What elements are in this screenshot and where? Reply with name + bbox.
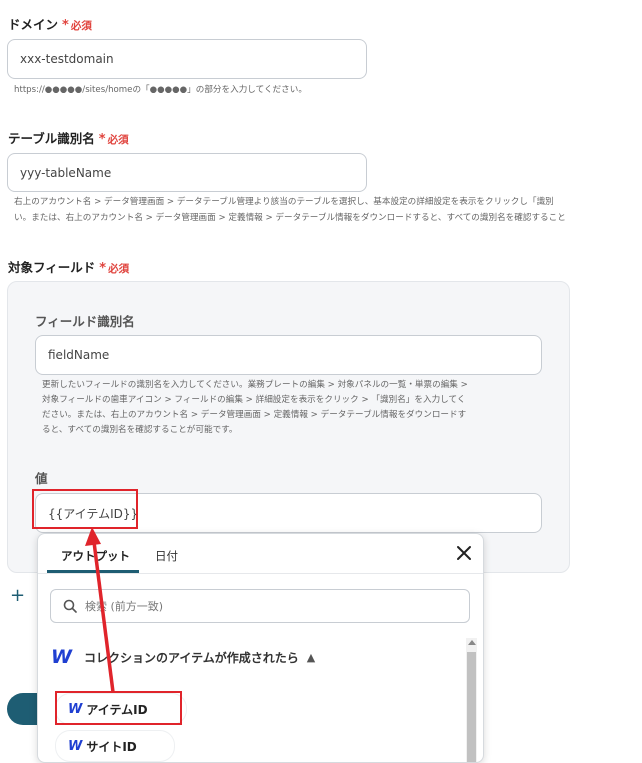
group-header[interactable]: W コレクションのアイテムが作成されたら ▲ [38, 637, 463, 677]
table-help-line-1: 右上のアカウント名 > データ管理画面 > データテーブル管理より該当のテーブル… [14, 197, 554, 207]
field-help-line-2: 対象フィールドの歯車アイコン > フィールドの編集 > 詳細設定を表示をクリック… [42, 395, 466, 405]
domain-help: https://●●●●●/sites/homeの「●●●●●」の部分を入力して… [14, 85, 307, 95]
tab-output[interactable]: アウトプット [61, 548, 130, 564]
highlight-item-box [55, 691, 182, 725]
target-fields-label: 対象フィールド * 必須 [8, 260, 130, 276]
required-marker: * 必須 [62, 18, 92, 33]
field-help-line-4: ると、すべての識別名を確認することが可能です。 [42, 425, 238, 435]
highlight-value-box [32, 489, 138, 529]
webflow-logo-icon: W [68, 738, 82, 754]
search-input[interactable]: 検索 (前方一致) [50, 589, 470, 623]
webflow-logo-icon: W [51, 646, 72, 668]
table-help-line-2: い。または、右上のアカウント名 > データ管理画面 > 定義情報 > データテー… [14, 213, 566, 223]
plus-icon[interactable]: + [10, 585, 25, 606]
list-item-label: サイトID [86, 739, 137, 754]
table-label: テーブル識別名 * 必須 [8, 131, 129, 147]
chevron-up-icon: ▲ [306, 650, 316, 664]
tab-date[interactable]: 日付 [155, 548, 178, 564]
required-marker: * 必須 [99, 261, 130, 276]
tab-divider [38, 573, 483, 574]
scroll-up-arrow-icon[interactable] [468, 640, 476, 645]
scrollbar-thumb[interactable] [467, 652, 476, 762]
list-item-site-id[interactable]: W サイトID [56, 731, 174, 761]
close-icon[interactable] [453, 542, 475, 564]
search-icon [63, 599, 77, 613]
domain-input[interactable]: xxx-testdomain [7, 39, 367, 79]
field-help-line-1: 更新したいフィールドの識別名を入力してください。業務プレートの編集 > 対象パネ… [42, 380, 468, 390]
domain-label: ドメイン * 必須 [8, 17, 92, 33]
field-name-input[interactable]: fieldName [35, 335, 542, 375]
required-marker: * 必須 [98, 132, 129, 147]
search-placeholder: 検索 (前方一致) [85, 600, 164, 613]
table-name-input[interactable]: yyy-tableName [7, 153, 367, 192]
target-field-panel: フィールド識別名 fieldName 更新したいフィールドの識別名を入力してくだ… [7, 281, 570, 573]
field-help-line-3: ださい。または、右上のアカウント名 > データ管理画面 > 定義情報 > データ… [42, 410, 467, 420]
value-label: 値 [35, 471, 48, 486]
field-id-label: フィールド識別名 [35, 314, 135, 329]
output-popup: アウトプット 日付 検索 (前方一致) W コレクションのアイテムが作成されたら… [37, 533, 484, 763]
group-title: コレクションのアイテムが作成されたら [83, 650, 299, 665]
